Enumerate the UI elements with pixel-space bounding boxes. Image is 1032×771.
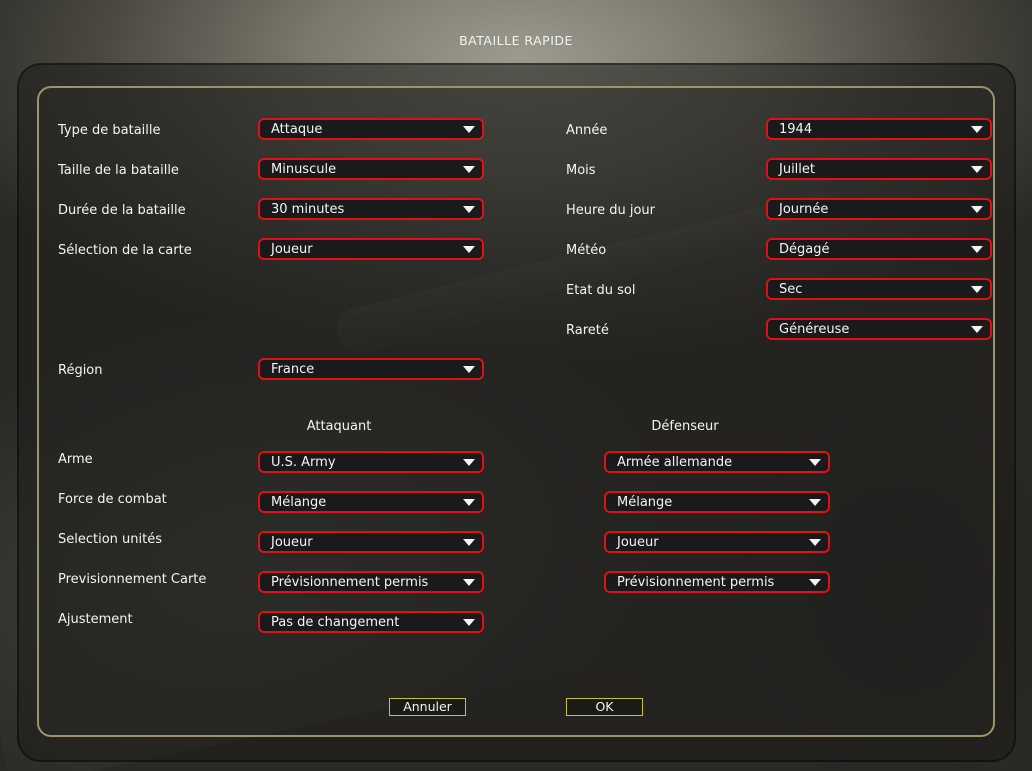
attacker-map-preview-value: Prévisionnement permis <box>271 575 429 590</box>
caret-down-icon <box>463 499 475 506</box>
rarity-dropdown[interactable]: Généreuse <box>766 318 992 340</box>
defender-army-value: Armée allemande <box>617 455 733 470</box>
defender-map-preview-dropdown[interactable]: Prévisionnement permis <box>604 571 830 593</box>
caret-down-icon <box>463 246 475 253</box>
battle-size-label: Taille de la bataille <box>58 163 179 178</box>
window-title: BATAILLE RAPIDE <box>459 33 573 48</box>
year-dropdown[interactable]: 1944 <box>766 118 992 140</box>
attacker-header: Attaquant <box>306 419 372 434</box>
weather-dropdown[interactable]: Dégagé <box>766 238 992 260</box>
caret-down-icon <box>463 619 475 626</box>
caret-down-icon <box>463 206 475 213</box>
attacker-army-dropdown[interactable]: U.S. Army <box>258 451 484 473</box>
caret-down-icon <box>463 579 475 586</box>
time-of-day-dropdown[interactable]: Journée <box>766 198 992 220</box>
attacker-map-preview-dropdown[interactable]: Prévisionnement permis <box>258 571 484 593</box>
defender-army-dropdown[interactable]: Armée allemande <box>604 451 830 473</box>
rarity-label: Rareté <box>566 323 609 338</box>
attacker-combat-force-dropdown[interactable]: Mélange <box>258 491 484 513</box>
region-value: France <box>271 362 315 377</box>
defender-unit-selection-dropdown[interactable]: Joueur <box>604 531 830 553</box>
battle-size-value: Minuscule <box>271 162 337 177</box>
rarity-value: Généreuse <box>779 322 850 337</box>
map-selection-dropdown[interactable]: Joueur <box>258 238 484 260</box>
attacker-adjustment-value: Pas de changement <box>271 615 400 630</box>
unit-selection-label: Selection unités <box>58 532 162 547</box>
caret-down-icon <box>971 126 983 133</box>
caret-down-icon <box>971 326 983 333</box>
caret-down-icon <box>463 539 475 546</box>
map-selection-value: Joueur <box>271 242 313 257</box>
region-dropdown[interactable]: France <box>258 358 484 380</box>
ok-button[interactable]: OK <box>566 698 643 716</box>
region-label: Région <box>58 363 103 378</box>
cancel-button[interactable]: Annuler <box>389 698 466 716</box>
attacker-army-value: U.S. Army <box>271 455 336 470</box>
caret-down-icon <box>971 166 983 173</box>
time-of-day-value: Journée <box>779 202 829 217</box>
caret-down-icon <box>971 246 983 253</box>
caret-down-icon <box>809 459 821 466</box>
quick-battle-screen: BATAILLE RAPIDE Type de bataille Attaque… <box>0 0 1032 771</box>
caret-down-icon <box>463 166 475 173</box>
caret-down-icon <box>809 579 821 586</box>
weather-value: Dégagé <box>779 242 830 257</box>
battle-duration-label: Durée de la bataille <box>58 203 186 218</box>
month-value: Juillet <box>779 162 816 177</box>
caret-down-icon <box>809 499 821 506</box>
defender-combat-force-dropdown[interactable]: Mélange <box>604 491 830 513</box>
attacker-unit-selection-dropdown[interactable]: Joueur <box>258 531 484 553</box>
caret-down-icon <box>463 459 475 466</box>
map-preview-label: Previsionnement Carte <box>58 572 207 587</box>
defender-combat-force-value: Mélange <box>617 495 673 510</box>
attacker-unit-selection-value: Joueur <box>271 535 313 550</box>
caret-down-icon <box>463 126 475 133</box>
ground-condition-value: Sec <box>779 282 803 297</box>
battle-duration-dropdown[interactable]: 30 minutes <box>258 198 484 220</box>
combat-force-label: Force de combat <box>58 492 167 507</box>
battle-type-label: Type de bataille <box>58 123 161 138</box>
caret-down-icon <box>463 366 475 373</box>
adjustment-label: Ajustement <box>58 612 133 627</box>
year-label: Année <box>566 123 608 138</box>
defender-header: Défenseur <box>651 419 719 434</box>
caret-down-icon <box>971 286 983 293</box>
battle-size-dropdown[interactable]: Minuscule <box>258 158 484 180</box>
battle-duration-value: 30 minutes <box>271 202 345 217</box>
attacker-adjustment-dropdown[interactable]: Pas de changement <box>258 611 484 633</box>
month-dropdown[interactable]: Juillet <box>766 158 992 180</box>
caret-down-icon <box>809 539 821 546</box>
month-label: Mois <box>566 163 596 178</box>
attacker-combat-force-value: Mélange <box>271 495 327 510</box>
army-label: Arme <box>58 452 93 467</box>
time-of-day-label: Heure du jour <box>566 203 655 218</box>
battle-type-value: Attaque <box>271 122 323 137</box>
year-value: 1944 <box>779 122 813 137</box>
caret-down-icon <box>971 206 983 213</box>
battle-type-dropdown[interactable]: Attaque <box>258 118 484 140</box>
ground-condition-label: Etat du sol <box>566 283 636 298</box>
settings-panel <box>37 86 995 737</box>
weather-label: Météo <box>566 243 607 258</box>
ground-condition-dropdown[interactable]: Sec <box>766 278 992 300</box>
defender-map-preview-value: Prévisionnement permis <box>617 575 775 590</box>
map-selection-label: Sélection de la carte <box>58 243 192 258</box>
defender-unit-selection-value: Joueur <box>617 535 659 550</box>
